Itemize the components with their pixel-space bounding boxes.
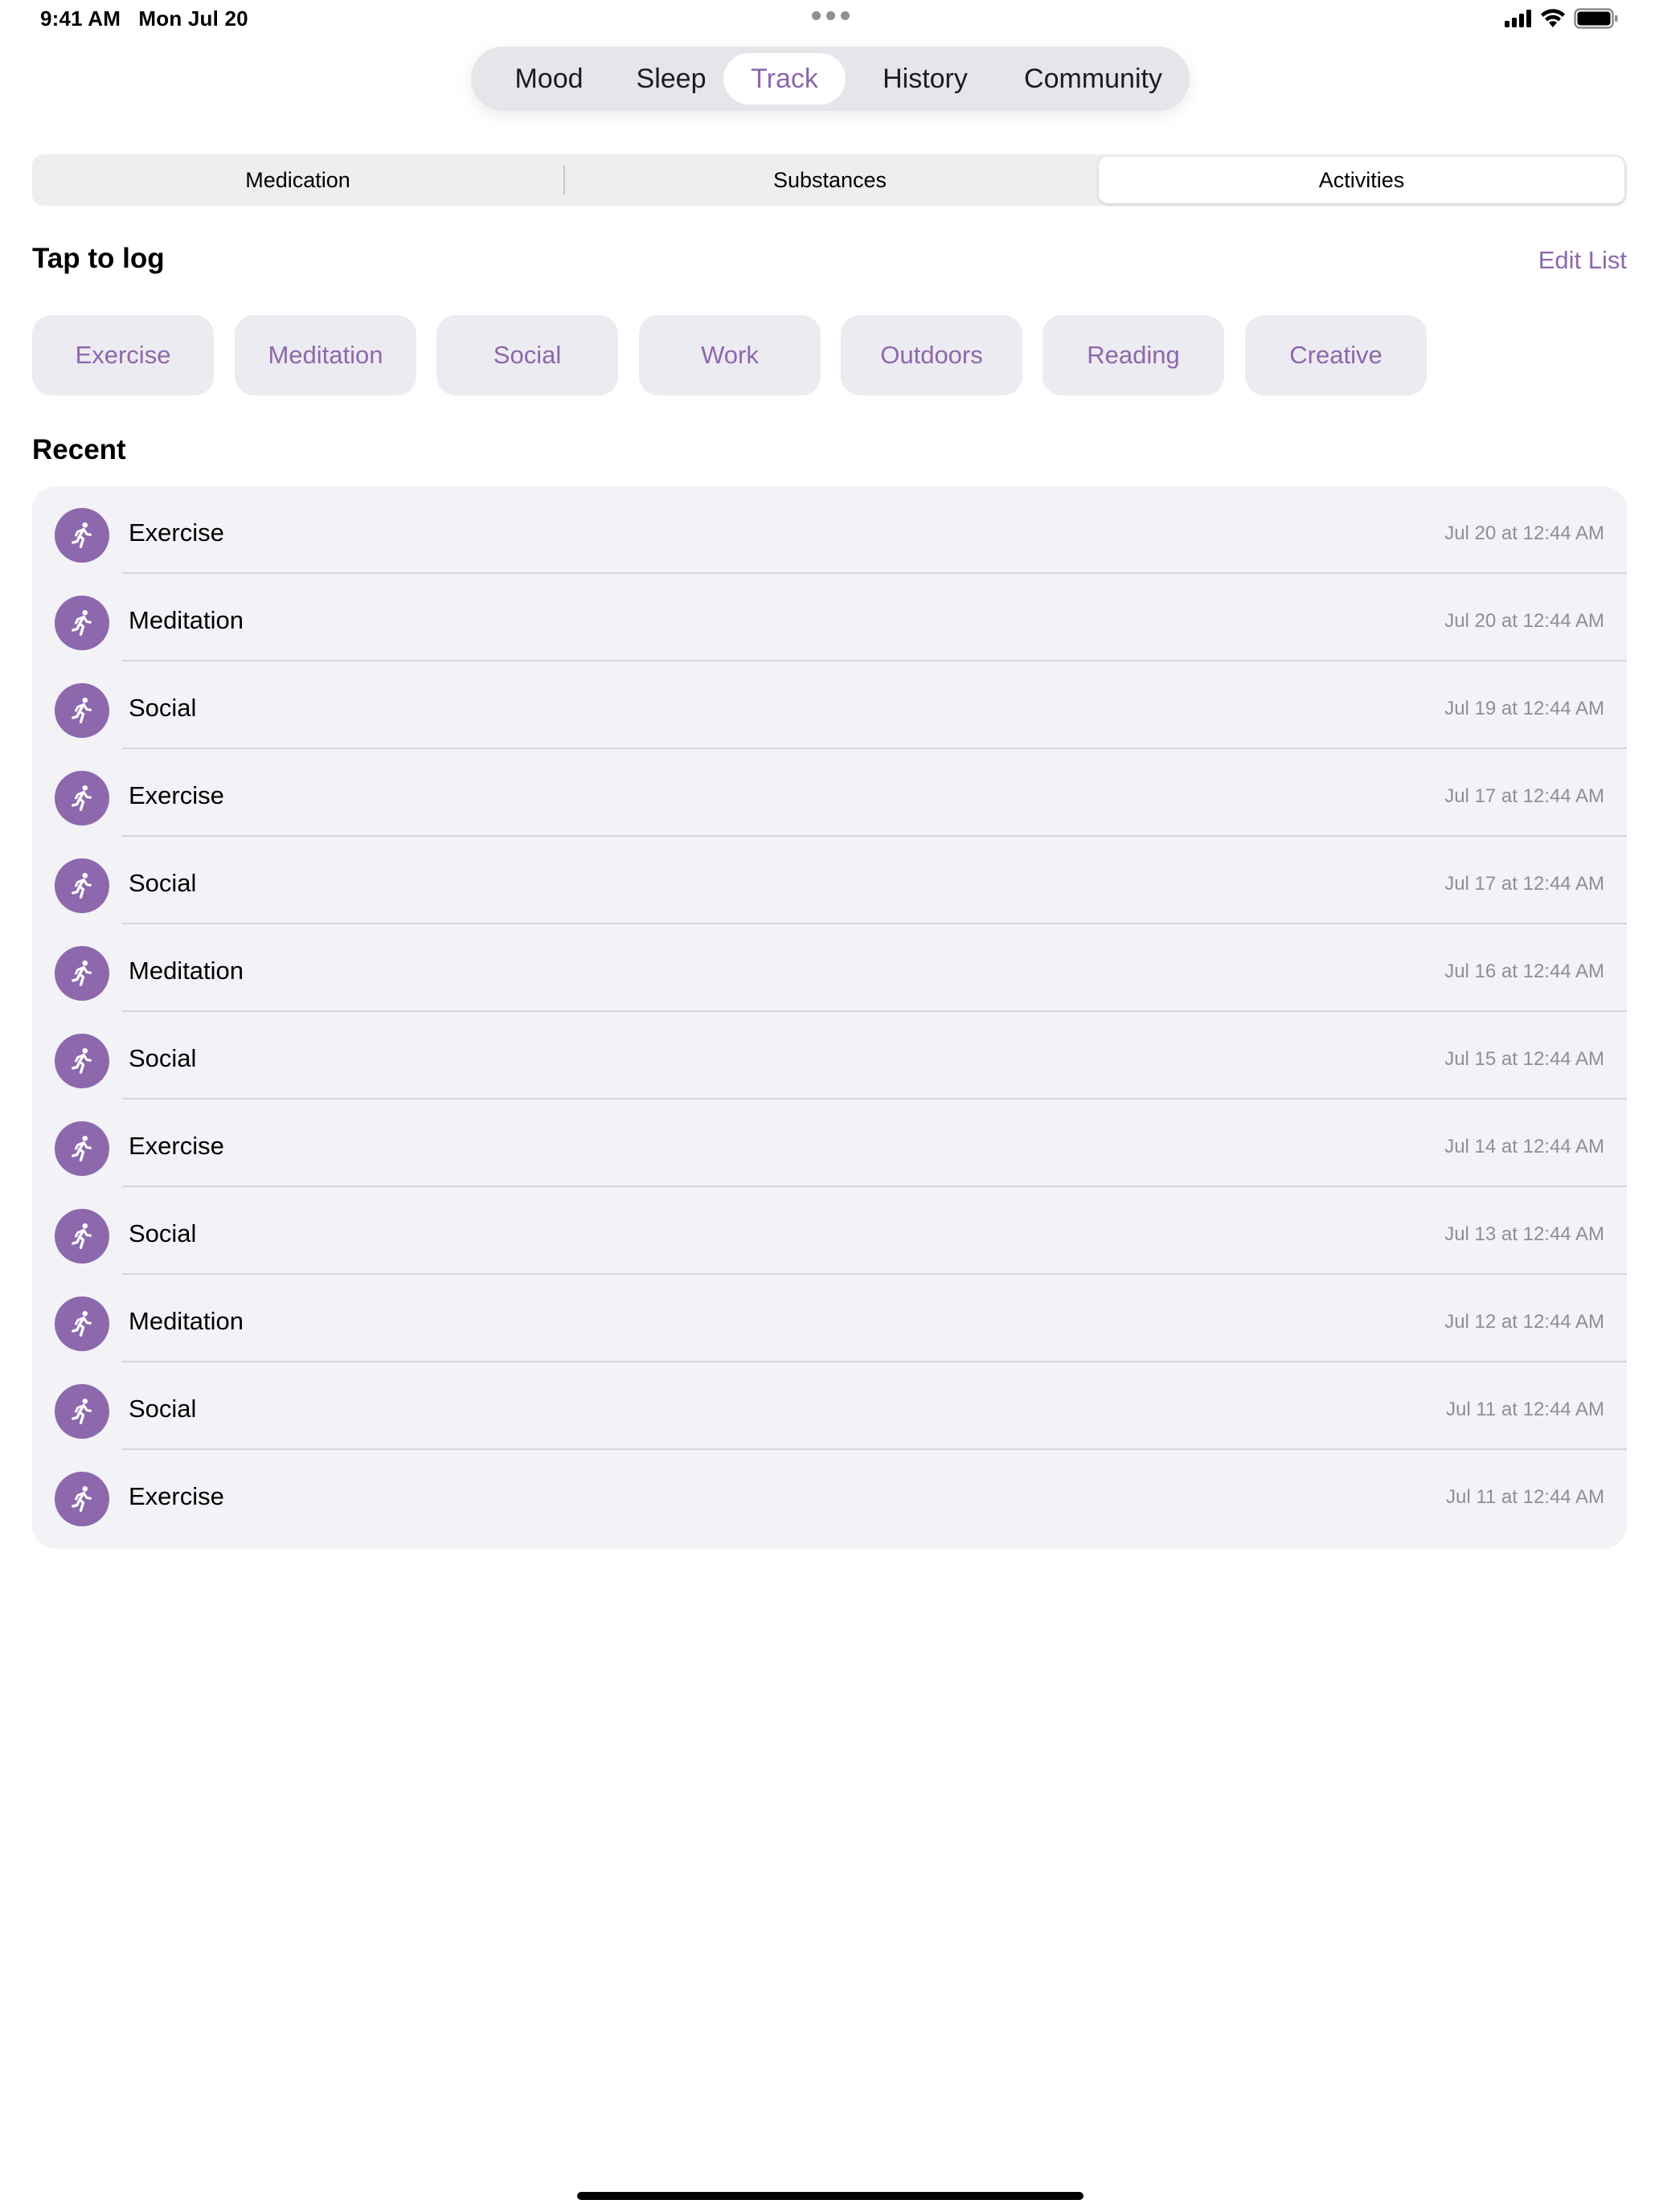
running-figure-icon <box>55 946 109 1001</box>
recent-row-label: Exercise <box>129 1132 224 1160</box>
recent-row[interactable]: Meditation Jul 16 at 12:44 AM <box>32 924 1627 1012</box>
recent-row-timestamp: Jul 20 at 12:44 AM <box>1444 522 1604 544</box>
recent-row[interactable]: Social Jul 13 at 12:44 AM <box>32 1187 1627 1275</box>
recent-row-label: Social <box>129 1395 197 1423</box>
status-icons <box>1505 8 1619 29</box>
status-time: 9:41 AM Mon Jul 20 <box>40 6 248 31</box>
segmented-control: Medication Substances Activities <box>32 154 1627 206</box>
recent-row[interactable]: Exercise Jul 17 at 12:44 AM <box>32 749 1627 837</box>
segment-divider <box>563 166 565 195</box>
tab-track[interactable]: Track <box>723 53 846 104</box>
multitasking-dots-icon[interactable] <box>812 11 850 20</box>
chip-social[interactable]: Social <box>436 315 618 395</box>
segment-medication[interactable]: Medication <box>35 157 561 203</box>
tap-to-log-heading: Tap to log <box>32 243 165 274</box>
recent-row[interactable]: Meditation Jul 20 at 12:44 AM <box>32 574 1627 662</box>
status-date: Mon Jul 20 <box>138 6 248 31</box>
recent-row-timestamp: Jul 11 at 12:44 AM <box>1445 1399 1604 1420</box>
recent-row-timestamp: Jul 11 at 12:44 AM <box>1445 1486 1604 1508</box>
recent-row-timestamp: Jul 15 at 12:44 AM <box>1444 1048 1604 1070</box>
recent-row[interactable]: Meditation Jul 12 at 12:44 AM <box>32 1275 1627 1362</box>
recent-list: Exercise Jul 20 at 12:44 AM Meditation Jul … <box>32 486 1627 1549</box>
recent-row-label: Exercise <box>129 781 224 809</box>
recent-row-label: Social <box>129 1219 197 1247</box>
running-figure-icon <box>55 508 109 563</box>
running-figure-icon <box>55 1296 109 1351</box>
recent-row-timestamp: Jul 19 at 12:44 AM <box>1444 698 1604 719</box>
wifi-icon <box>1541 9 1565 27</box>
top-tab-bar: Mood Sleep Track History Community <box>471 47 1190 111</box>
recent-row-label: Meditation <box>129 956 244 985</box>
status-bar: 9:41 AM Mon Jul 20 <box>0 0 1659 39</box>
recent-row-label: Meditation <box>129 606 244 634</box>
recent-row[interactable]: Social Jul 17 at 12:44 AM <box>32 837 1627 924</box>
running-figure-icon <box>55 1034 109 1088</box>
recent-row[interactable]: Social Jul 15 at 12:44 AM <box>32 1012 1627 1100</box>
recent-row-label: Social <box>129 1044 197 1072</box>
recent-row-timestamp: Jul 13 at 12:44 AM <box>1444 1223 1604 1245</box>
recent-heading: Recent <box>32 434 126 465</box>
recent-row-label: Exercise <box>129 518 224 547</box>
recent-row-timestamp: Jul 17 at 12:44 AM <box>1444 785 1604 807</box>
chip-outdoors[interactable]: Outdoors <box>841 315 1022 395</box>
recent-row-timestamp: Jul 16 at 12:44 AM <box>1444 961 1604 982</box>
chip-reading[interactable]: Reading <box>1043 315 1224 395</box>
status-clock: 9:41 AM <box>40 6 121 31</box>
running-figure-icon <box>55 771 109 825</box>
edit-list-button[interactable]: Edit List <box>1538 246 1627 275</box>
segment-activities[interactable]: Activities <box>1099 157 1624 203</box>
signal-icon <box>1505 10 1531 27</box>
tab-mood[interactable]: Mood <box>489 53 609 104</box>
running-figure-icon <box>55 1209 109 1264</box>
battery-icon <box>1574 8 1618 29</box>
chip-work[interactable]: Work <box>639 315 821 395</box>
recent-row-timestamp: Jul 14 at 12:44 AM <box>1444 1136 1604 1157</box>
tab-history[interactable]: History <box>850 53 1000 104</box>
home-indicator[interactable] <box>577 2192 1083 2200</box>
segment-substances[interactable]: Substances <box>567 157 1093 203</box>
chip-creative[interactable]: Creative <box>1245 315 1427 395</box>
recent-row-timestamp: Jul 17 at 12:44 AM <box>1444 873 1604 895</box>
recent-row[interactable]: Social Jul 11 at 12:44 AM <box>32 1362 1627 1450</box>
running-figure-icon <box>55 596 109 650</box>
recent-row[interactable]: Exercise Jul 14 at 12:44 AM <box>32 1100 1627 1187</box>
recent-row[interactable]: Social Jul 19 at 12:44 AM <box>32 662 1627 749</box>
running-figure-icon <box>55 683 109 738</box>
recent-row[interactable]: Exercise Jul 11 at 12:44 AM <box>32 1450 1627 1538</box>
tab-community[interactable]: Community <box>1006 53 1180 104</box>
running-figure-icon <box>55 1472 109 1526</box>
recent-row-timestamp: Jul 12 at 12:44 AM <box>1444 1311 1604 1333</box>
running-figure-icon <box>55 858 109 913</box>
recent-row-label: Exercise <box>129 1482 224 1510</box>
recent-row-label: Social <box>129 694 197 722</box>
recent-row-timestamp: Jul 20 at 12:44 AM <box>1444 610 1604 632</box>
recent-row-label: Social <box>129 869 197 897</box>
tab-sleep[interactable]: Sleep <box>611 53 731 104</box>
recent-row-label: Meditation <box>129 1307 244 1335</box>
chip-exercise[interactable]: Exercise <box>32 315 214 395</box>
running-figure-icon <box>55 1384 109 1439</box>
running-figure-icon <box>55 1121 109 1176</box>
chip-meditation[interactable]: Meditation <box>235 315 416 395</box>
recent-row[interactable]: Exercise Jul 20 at 12:44 AM <box>32 486 1627 574</box>
